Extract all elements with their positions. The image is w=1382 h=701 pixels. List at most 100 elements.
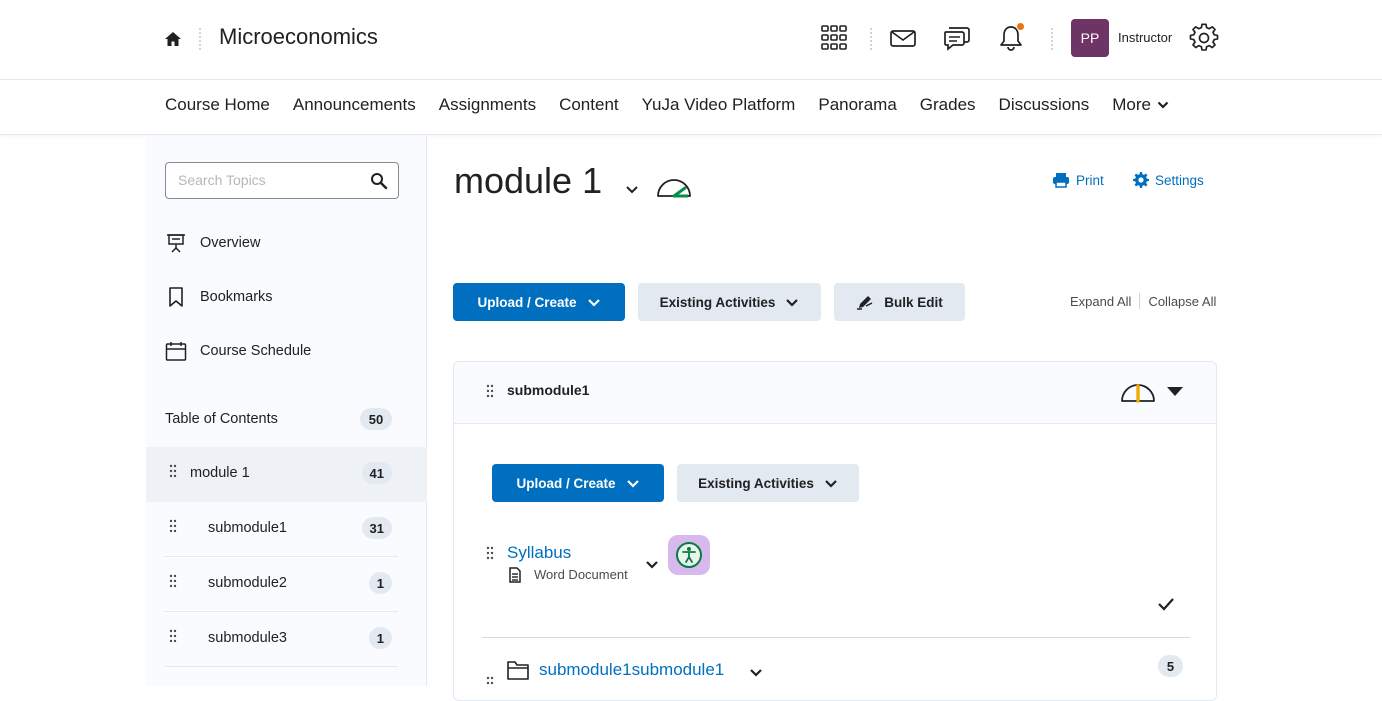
gear-icon [1133,172,1149,188]
presentation-icon [167,234,185,253]
existing-activities-button[interactable]: Existing Activities [638,283,821,321]
drag-handle-icon[interactable] [486,546,494,560]
sidebar-course-schedule[interactable]: Course Schedule [165,340,311,362]
drag-handle-icon[interactable] [486,384,494,398]
caret-down-icon[interactable] [1167,387,1183,396]
chevron-down-icon [626,479,639,488]
separator [199,28,201,50]
completion-gauge-icon[interactable] [655,170,693,200]
toc-item-label: submodule3 [208,630,287,646]
topic-subfolder-link[interactable]: submodule1submodule1 [539,660,724,680]
nav-more-label: More [1112,95,1151,114]
toc-count-badge: 50 [360,408,392,430]
topic-syllabus-link[interactable]: Syllabus [507,543,571,563]
submodule-panel: submodule1 [453,361,1217,701]
nav-content[interactable]: Content [559,95,619,115]
sidebar-overview-label: Overview [200,235,261,251]
accessibility-badge[interactable] [668,535,710,575]
toc-item-count: 41 [361,462,392,484]
chevron-down-icon [1157,101,1169,109]
drag-handle-icon[interactable] [169,464,177,478]
topic-type-label: Word Document [534,567,628,582]
course-title[interactable]: Microeconomics [219,24,378,50]
nav-announcements[interactable]: Announcements [293,95,416,115]
sidebar-item-submodule2[interactable]: submodule2 1 [165,557,398,612]
bulk-edit-label: Bulk Edit [884,294,943,310]
completion-gauge-icon[interactable] [1119,375,1157,405]
folder-icon [507,661,529,680]
drag-handle-icon[interactable] [169,519,177,533]
upload-create-button[interactable]: Upload / Create [453,283,625,321]
settings-label: Settings [1155,172,1204,188]
chat-icon[interactable] [943,24,971,52]
title-chevron-down-icon[interactable] [625,185,639,194]
chevron-down-icon [825,479,837,488]
check-icon [1158,598,1174,611]
home-icon[interactable] [163,29,183,49]
avatar[interactable]: PP [1071,19,1109,57]
topic-menu-chevron-icon[interactable] [749,668,763,677]
toc-item-label: submodule2 [208,575,287,591]
upload-create-label: Upload / Create [477,294,577,310]
top-header: Microeconomics PP Instructor [0,0,1382,80]
existing-activities-label: Existing Activities [659,294,776,310]
sidebar-item-submodule1[interactable]: submodule1 31 [165,502,398,557]
expand-all-link[interactable]: Expand All [1070,294,1131,309]
sidebar-item-submodule3[interactable]: submodule3 1 [165,612,398,667]
pencil-icon [857,296,873,310]
toc-item-count: 1 [368,572,392,594]
calendar-icon [165,342,187,361]
table-of-contents-header[interactable]: Table of Contents 50 [165,408,392,430]
chevron-down-icon [786,298,799,307]
course-selector-grid-icon[interactable] [820,24,848,52]
submodule-upload-create-button[interactable]: Upload / Create [492,464,664,502]
chevron-down-icon [587,298,600,307]
nav-more-menu[interactable]: More [1112,95,1169,115]
nav-assignments[interactable]: Assignments [439,95,536,115]
search-icon[interactable] [370,172,388,190]
collapse-all-link[interactable]: Collapse All [1148,294,1216,309]
toc-item-label: submodule1 [208,520,287,536]
topic-count-badge: 5 [1158,655,1183,677]
toc-label: Table of Contents [165,411,278,427]
expand-collapse-controls: Expand All Collapse All [1070,293,1216,309]
bookmark-icon [169,287,183,307]
mail-icon[interactable] [889,24,917,52]
toc-item-count: 1 [368,627,392,649]
sidebar-overview[interactable]: Overview [165,232,260,254]
nav-yuja[interactable]: YuJa Video Platform [642,95,796,115]
submodule-panel-header: submodule1 [454,362,1216,424]
print-label: Print [1076,172,1104,188]
topic-menu-chevron-icon[interactable] [645,560,659,569]
separator [870,28,872,50]
drag-handle-icon[interactable] [169,574,177,588]
sidebar-item-module-1[interactable]: module 1 41 [146,447,443,502]
sidebar-bookmarks-label: Bookmarks [200,289,273,305]
content-sidebar: Overview Bookmarks Course Schedule Table… [146,136,443,686]
bulk-edit-button[interactable]: Bulk Edit [834,283,965,321]
submodule-title[interactable]: submodule1 [507,382,589,398]
print-link[interactable]: Print [1052,172,1104,188]
submodule-existing-activities-button[interactable]: Existing Activities [677,464,859,502]
upload-create-label: Upload / Create [516,475,616,491]
existing-activities-label: Existing Activities [698,475,814,491]
printer-icon [1053,173,1069,188]
notification-dot [1016,22,1025,31]
course-navbar: Course Home Announcements Assignments Co… [0,80,1382,135]
drag-handle-icon[interactable] [486,676,494,690]
search-topics-input[interactable] [178,172,358,188]
divider [482,637,1190,638]
active-indicator [427,458,443,490]
nav-panorama[interactable]: Panorama [818,95,896,115]
nav-discussions[interactable]: Discussions [999,95,1090,115]
nav-course-home[interactable]: Course Home [165,95,270,115]
settings-link[interactable]: Settings [1133,172,1204,188]
separator [1051,28,1053,50]
search-box [165,162,399,199]
gear-icon[interactable] [1189,23,1219,53]
document-icon [509,567,521,583]
drag-handle-icon[interactable] [169,629,177,643]
nav-grades[interactable]: Grades [920,95,976,115]
sidebar-bookmarks[interactable]: Bookmarks [165,286,273,308]
user-role[interactable]: Instructor [1118,30,1172,45]
